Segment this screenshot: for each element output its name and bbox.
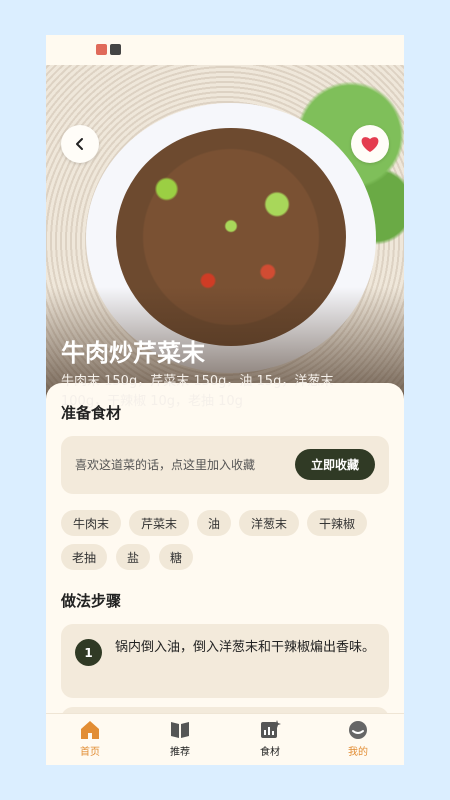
chart-icon — [261, 720, 281, 738]
step-number: 1 — [75, 639, 102, 666]
nav-home[interactable]: 首页 — [60, 720, 120, 762]
bottom-nav: 首页 推荐 食材 我的 — [46, 713, 404, 765]
nav-label: 食材 — [260, 747, 280, 758]
chevron-left-icon — [76, 138, 83, 150]
ingredient-chip[interactable]: 糖 — [159, 544, 193, 570]
steps-title: 做法步骤 — [61, 592, 122, 610]
ingredient-chip[interactable]: 盐 — [116, 544, 150, 570]
recipe-panel: 准备食材 喜欢这道菜的话，点这里加入收藏 立即收藏 牛肉末 芹菜末 油 洋葱末 … — [46, 383, 404, 713]
nav-label: 推荐 — [170, 747, 190, 758]
face-icon — [349, 721, 367, 739]
app-screen: 牛肉炒芹菜末 牛肉末 150g，芹菜末 150g，油 15g，洋葱末 100g，… — [46, 35, 404, 765]
ingredient-chip[interactable]: 干辣椒 — [307, 510, 367, 536]
back-button[interactable] — [61, 125, 99, 163]
home-icon — [81, 721, 99, 739]
nav-ingredients[interactable]: 食材 — [240, 720, 300, 762]
collect-button[interactable]: 立即收藏 — [295, 449, 375, 480]
notification-icon — [96, 44, 107, 55]
book-icon — [171, 722, 189, 738]
ingredient-chip[interactable]: 洋葱末 — [239, 510, 299, 536]
notification-icon — [110, 44, 121, 55]
nav-label: 首页 — [80, 747, 100, 758]
ingredient-chip[interactable]: 油 — [197, 510, 231, 536]
ingredient-chip[interactable]: 牛肉末 — [61, 510, 121, 536]
status-bar — [46, 35, 404, 65]
dish-title: 牛肉炒芹菜末 — [61, 339, 205, 367]
collect-prompt: 喜欢这道菜的话，点这里加入收藏 — [75, 458, 256, 472]
favorite-button[interactable] — [351, 125, 389, 163]
dish-description: 牛肉末 150g，芹菜末 150g，油 15g，洋葱末 100g，干辣椒 10g… — [61, 374, 334, 409]
nav-mine[interactable]: 我的 — [328, 720, 388, 762]
ingredient-chip[interactable]: 芹菜末 — [129, 510, 189, 536]
step-text: 锅内倒入油，倒入洋葱末和干辣椒煸出香味。 — [115, 640, 376, 655]
nav-label: 我的 — [348, 747, 368, 758]
ingredient-chip[interactable]: 老抽 — [61, 544, 107, 570]
nav-recommend[interactable]: 推荐 — [150, 720, 210, 762]
hero-image: 牛肉炒芹菜末 牛肉末 150g，芹菜末 150g，油 15g，洋葱末 100g，… — [46, 65, 404, 417]
heart-icon — [361, 137, 379, 152]
step-card: 1 锅内倒入油，倒入洋葱末和干辣椒煸出香味。 — [61, 624, 389, 698]
collect-card: 喜欢这道菜的话，点这里加入收藏 立即收藏 — [61, 436, 389, 494]
